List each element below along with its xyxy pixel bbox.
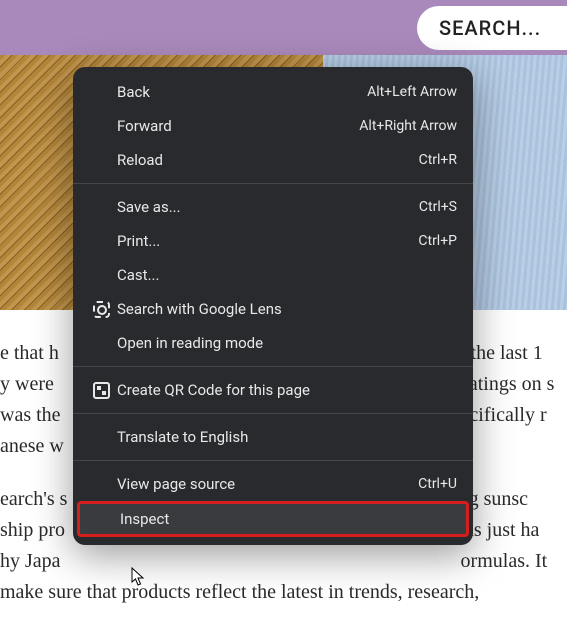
menu-shortcut: Ctrl+P bbox=[418, 233, 457, 249]
menu-item-translate[interactable]: Translate to English bbox=[73, 420, 473, 454]
menu-shortcut: Ctrl+R bbox=[419, 152, 457, 168]
menu-label: Forward bbox=[117, 117, 359, 135]
menu-divider bbox=[73, 460, 473, 461]
menu-divider bbox=[73, 183, 473, 184]
menu-label: View page source bbox=[117, 475, 418, 493]
menu-label: Inspect bbox=[120, 510, 454, 528]
menu-label: Reload bbox=[117, 151, 419, 169]
menu-label: Save as... bbox=[117, 198, 419, 216]
menu-label: Open in reading mode bbox=[117, 334, 457, 352]
menu-shortcut: Alt+Right Arrow bbox=[359, 118, 457, 134]
menu-shortcut: Alt+Left Arrow bbox=[367, 84, 457, 100]
menu-item-print[interactable]: Print... Ctrl+P bbox=[73, 224, 473, 258]
menu-item-save-as[interactable]: Save as... Ctrl+S bbox=[73, 190, 473, 224]
menu-label: Back bbox=[117, 83, 367, 101]
top-bar: SEARCH... bbox=[0, 0, 567, 55]
menu-item-google-lens[interactable]: Search with Google Lens bbox=[73, 292, 473, 326]
menu-item-back[interactable]: Back Alt+Left Arrow bbox=[73, 75, 473, 109]
menu-label: Cast... bbox=[117, 266, 457, 284]
menu-label: Create QR Code for this page bbox=[117, 381, 457, 399]
context-menu: Back Alt+Left Arrow Forward Alt+Right Ar… bbox=[73, 67, 473, 545]
search-input[interactable]: SEARCH... bbox=[417, 6, 567, 50]
google-lens-icon bbox=[85, 301, 117, 318]
menu-label: Translate to English bbox=[117, 428, 457, 446]
menu-divider bbox=[73, 366, 473, 367]
menu-shortcut: Ctrl+S bbox=[419, 199, 457, 215]
menu-shortcut: Ctrl+U bbox=[418, 476, 457, 492]
menu-item-reading-mode[interactable]: Open in reading mode bbox=[73, 326, 473, 360]
menu-item-forward[interactable]: Forward Alt+Right Arrow bbox=[73, 109, 473, 143]
menu-label: Print... bbox=[117, 232, 418, 250]
menu-item-inspect[interactable]: Inspect bbox=[77, 501, 469, 537]
menu-item-cast[interactable]: Cast... bbox=[73, 258, 473, 292]
search-placeholder: SEARCH... bbox=[439, 16, 541, 40]
menu-label: Search with Google Lens bbox=[117, 300, 457, 318]
menu-divider bbox=[73, 413, 473, 414]
qr-code-icon bbox=[85, 382, 117, 399]
menu-item-create-qr[interactable]: Create QR Code for this page bbox=[73, 373, 473, 407]
menu-item-reload[interactable]: Reload Ctrl+R bbox=[73, 143, 473, 177]
menu-item-view-source[interactable]: View page source Ctrl+U bbox=[73, 467, 473, 501]
